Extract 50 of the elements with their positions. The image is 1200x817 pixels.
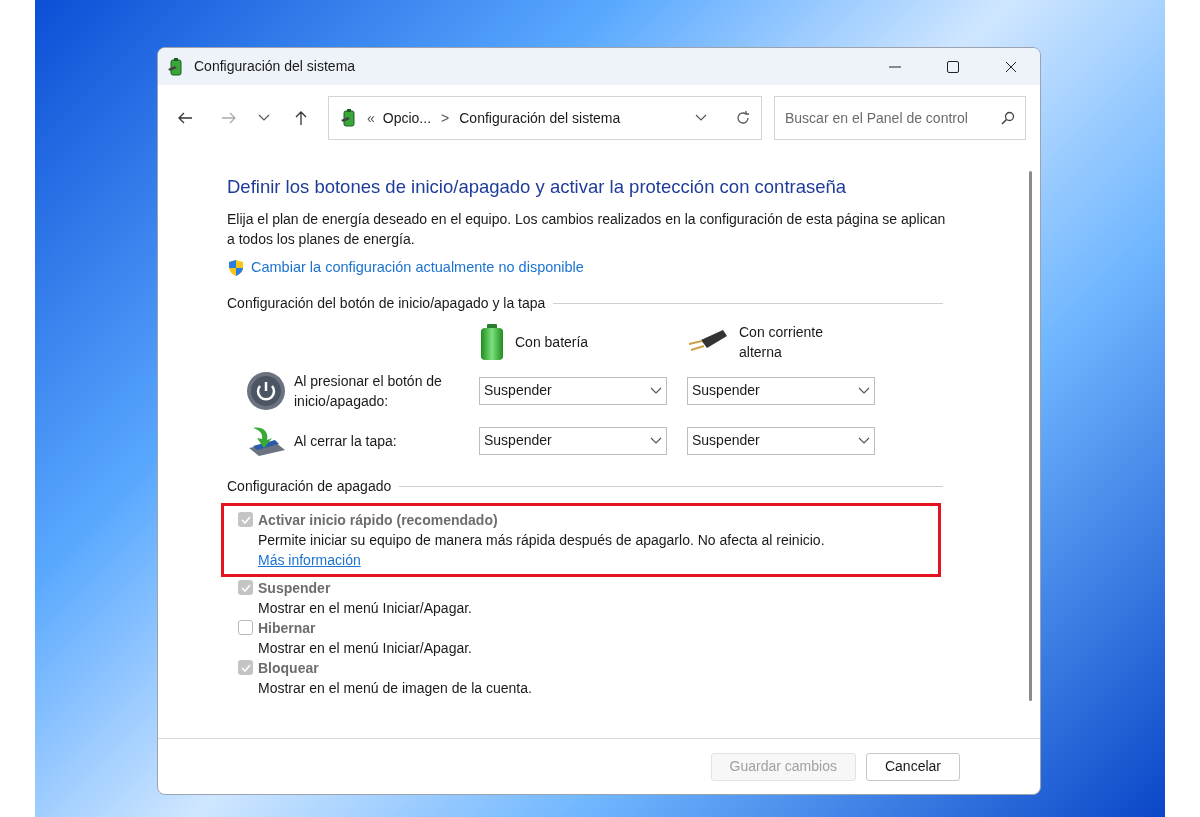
battery-icon [479,322,505,361]
checkmark-icon [240,663,251,672]
option-description: Mostrar en el menú Iniciar/Apagar. [258,598,473,618]
page-heading: Definir los botones de inicio/apagado y activar la protección con contraseña [227,175,848,199]
breadcrumb[interactable]: Opcio... [382,107,432,129]
column-header: Con batería [515,332,590,352]
power-icon [246,370,286,411]
admin-settings-link[interactable]: Cambiar la configuración actualmente no disponible [251,256,584,279]
address-bar[interactable]: « Opcio... > Configuración del sistema [328,96,762,140]
dropdown[interactable]: Suspender [687,426,875,455]
chevron-down-icon [258,114,270,122]
search-field[interactable]: Buscar en el Panel de control [774,96,1026,140]
setting-label: Al cerrar la tapa: [294,431,398,451]
dropdown[interactable]: Suspender [479,426,667,455]
option-label: Suspender [258,578,331,598]
option-description: Mostrar en el menú Iniciar/Apagar. [258,638,473,658]
option-label: Activar inicio rápido (recomendado) [258,510,498,530]
refresh-icon[interactable] [735,110,751,126]
option-label: Bloquear [258,658,319,678]
maximize-icon [947,60,959,73]
breadcrumb-separator: > [441,108,450,128]
checkmark-icon [240,583,251,592]
minimize-icon [889,65,901,68]
option-label: Hibernar [258,618,316,638]
cancel-button[interactable]: Cancelar [865,752,960,781]
option-description: Mostrar en el menú de imagen de la cuenta. [258,678,533,698]
search-input[interactable]: Buscar en el Panel de control [785,107,1001,129]
column-header: Con corriente alterna [739,322,825,362]
close-icon [1005,60,1017,73]
forward-arrow-icon [221,111,237,125]
search-icon [1001,111,1015,125]
chevron-down-icon [858,436,870,445]
intro-text: Elija el plan de energía deseado en el equipo. Los cambios realizados en la configuración de esta página se aplican a todos los planes de energía. [227,209,947,249]
chevron-down-icon [650,386,662,395]
address-dropdown-icon [695,114,707,122]
chevron-down-icon [858,386,870,395]
up-arrow-icon [294,110,308,126]
dropdown[interactable]: Suspender [479,376,667,405]
dropdown[interactable]: Suspender [687,376,875,405]
checkmark-icon [240,515,251,524]
chevron-down-icon [650,436,662,445]
option-description: Permite iniciar su equipo de manera más rápida después de apagarlo. No afecta al reinicio. Más información [258,530,826,570]
section-title: Configuración de apagado [227,476,392,496]
setting-label: Al presionar el botón de inicio/apagado: [294,371,443,411]
back-arrow-icon [177,111,193,125]
breadcrumb[interactable]: Configuración del sistema [459,107,621,129]
window-title: Configuración del sistema [194,57,356,76]
shield-icon [227,258,245,277]
overflow-chevrons[interactable]: « [367,107,375,129]
section-title: Configuración del botón de inicio/apagado y la tapa [227,293,546,313]
